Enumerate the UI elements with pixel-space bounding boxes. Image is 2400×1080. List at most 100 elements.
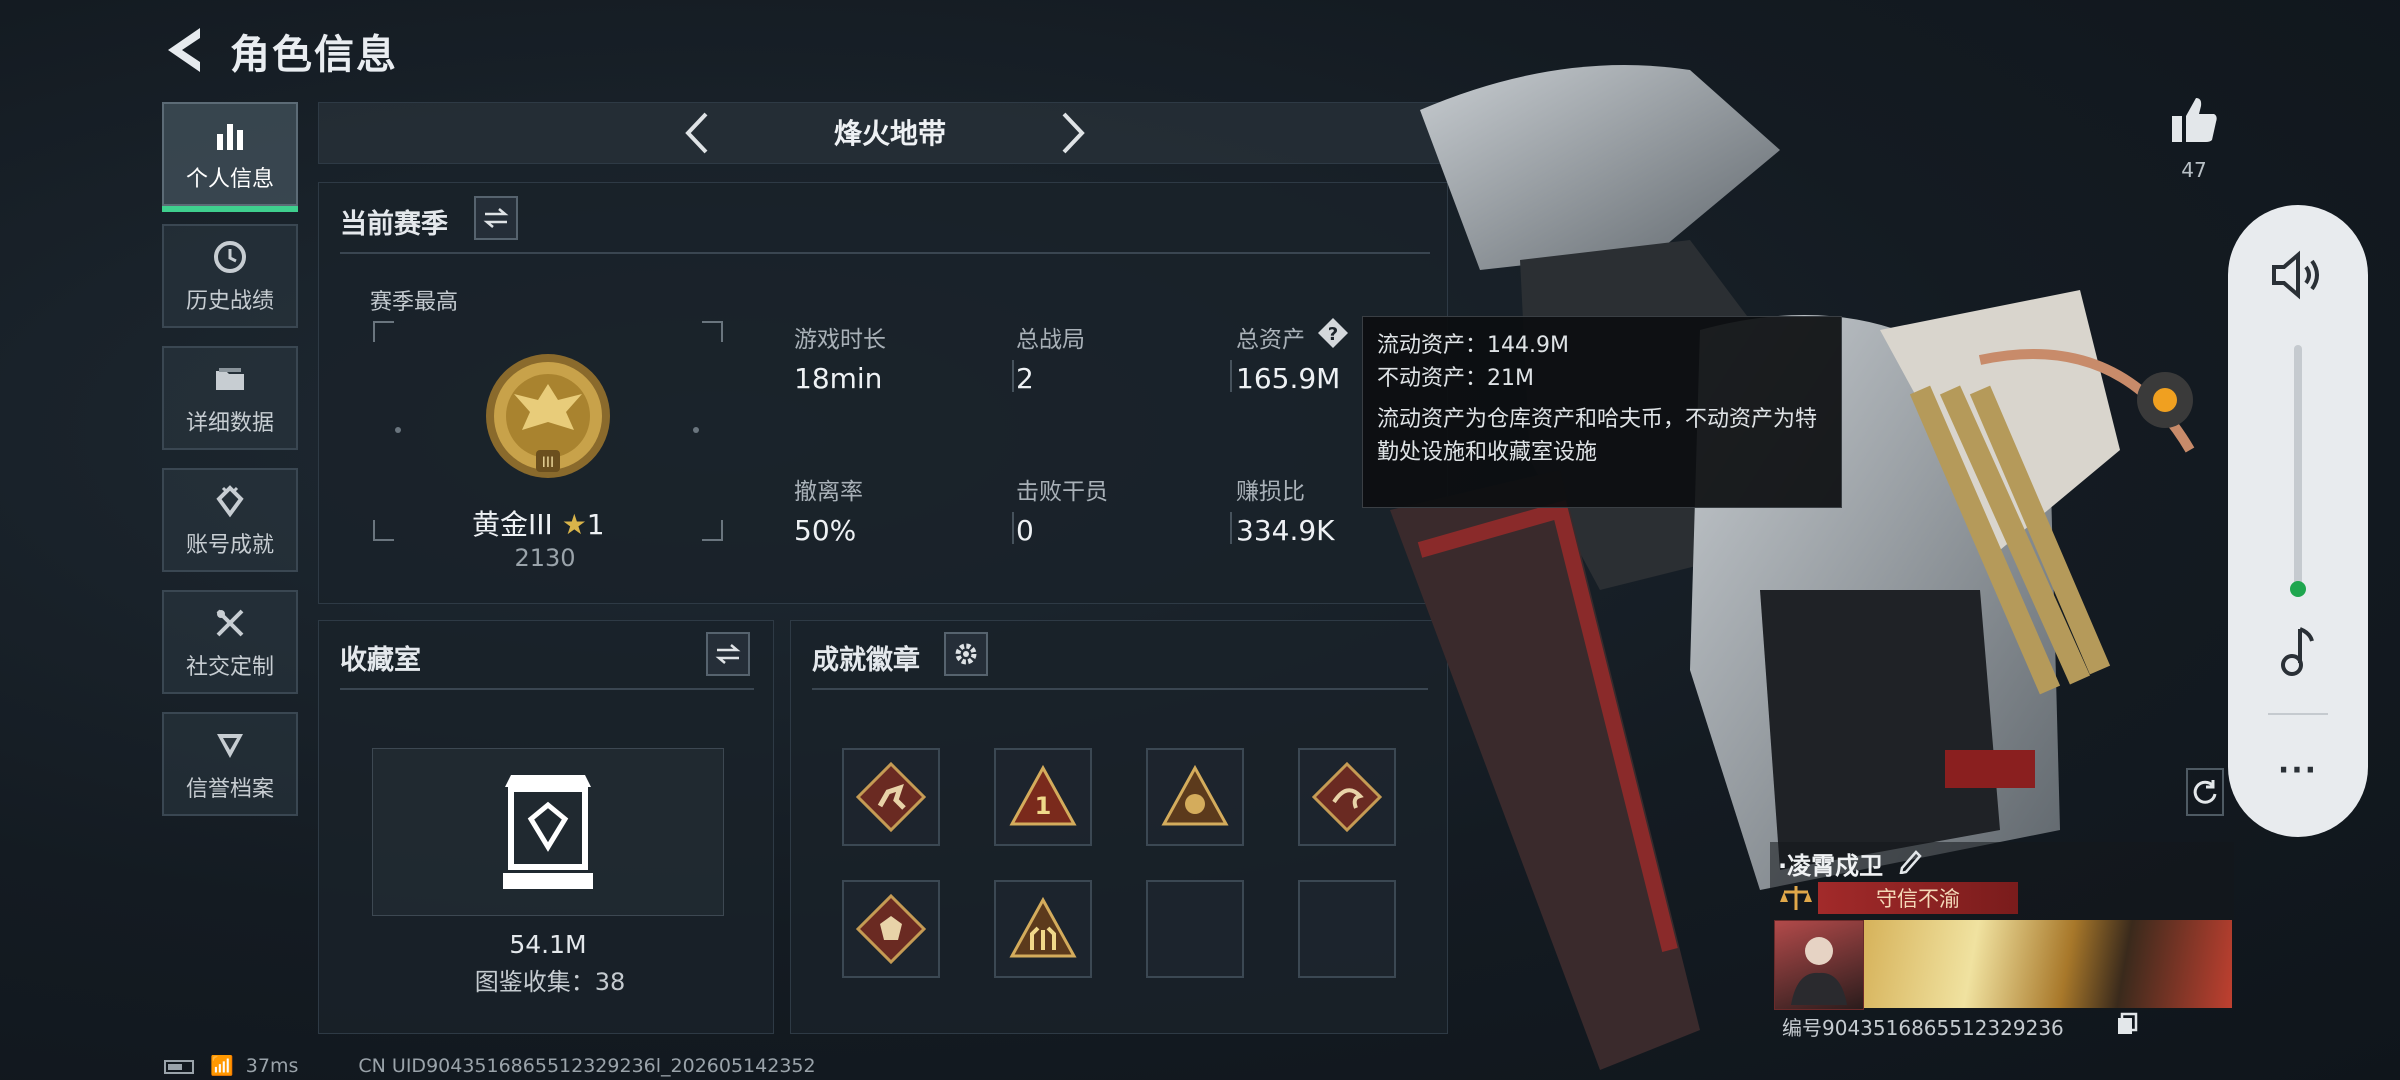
beast-badge-icon — [856, 894, 926, 964]
mode-prev-button[interactable] — [676, 108, 720, 158]
gear-icon — [955, 643, 977, 665]
tooltip-liquid-assets: 流动资产：144.9M — [1377, 333, 1569, 358]
copy-id-button[interactable] — [2116, 1012, 2138, 1036]
volume-slider[interactable] — [2294, 345, 2302, 591]
mode-next-button[interactable] — [1050, 108, 1094, 158]
refresh-icon — [2193, 780, 2217, 804]
chevron-left-icon — [685, 112, 708, 154]
badges-settings-button[interactable] — [944, 632, 988, 676]
stat-value-profit-ratio: 334.9K — [1236, 514, 1335, 547]
battery-icon — [164, 1059, 194, 1074]
volume-slider-handle[interactable] — [2290, 581, 2306, 597]
nav-item-achievements[interactable]: 账号成就 — [162, 468, 298, 572]
stat-separator — [1012, 360, 1014, 392]
collection-count: 图鉴收集：38 — [474, 968, 626, 996]
like-count: 47 — [2181, 158, 2207, 182]
ping-value: 37ms — [245, 1055, 299, 1077]
nav-label: 个人信息 — [185, 167, 274, 192]
badge-slot[interactable] — [842, 748, 940, 846]
badge-slot[interactable] — [842, 880, 940, 978]
stat-label-total-assets: 总资产 — [1236, 327, 1305, 353]
speaker-icon[interactable] — [2270, 249, 2326, 301]
season-best-label: 赛季最高 — [370, 290, 459, 315]
name-card-banner[interactable] — [1864, 920, 2232, 1008]
bar-chart-icon — [210, 115, 250, 155]
rank-name: 黄金III ★1 — [472, 503, 605, 543]
pencil-icon — [1899, 850, 1922, 875]
mode-label: 烽火地带 — [833, 117, 946, 150]
divider — [340, 688, 754, 690]
title-badge: 守信不渝 — [1818, 882, 2018, 914]
stat-separator — [1230, 360, 1232, 392]
svg-text:1: 1 — [1035, 792, 1052, 820]
badge-slot[interactable] — [994, 880, 1092, 978]
shield-icon — [210, 725, 250, 765]
nav-item-history[interactable]: 历史战绩 — [162, 224, 298, 328]
stat-label-profit-ratio: 赚损比 — [1236, 479, 1305, 505]
thumbs-up-icon — [2172, 98, 2217, 142]
nav-label: 社交定制 — [185, 655, 274, 680]
badge-slot[interactable]: 1 — [994, 748, 1092, 846]
stat-separator — [1230, 512, 1232, 544]
scale-icon — [1778, 882, 1814, 914]
badge-slot-empty[interactable] — [1146, 880, 1244, 978]
squad-badge-icon — [1009, 896, 1077, 958]
rotate-view-button[interactable] — [2186, 768, 2224, 816]
rank-points: 2130 — [514, 544, 576, 572]
chevron-right-icon — [1062, 112, 1085, 154]
stat-label-total-matches: 总战局 — [1016, 327, 1085, 353]
runner-badge-icon — [856, 762, 926, 832]
edit-name-button[interactable] — [1898, 846, 1924, 875]
tools-icon — [210, 603, 250, 643]
page-title: 角色信息 — [230, 32, 398, 78]
collection-room-preview[interactable] — [372, 748, 724, 916]
like-button[interactable] — [2168, 94, 2220, 146]
divider — [340, 252, 1430, 254]
volume-panel: ··· — [2228, 205, 2368, 837]
collection-value: 54.1M — [509, 930, 587, 959]
nav-item-reputation[interactable]: 信誉档案 — [162, 712, 298, 816]
status-bar: 📶 37ms CN UID9043516865512329236l_202605… — [164, 1054, 816, 1077]
asset-info-button[interactable]: ? — [1316, 316, 1350, 350]
nav-label: 详细数据 — [185, 411, 274, 436]
swap-icon — [483, 208, 509, 228]
wifi-icon: 📶 — [210, 1055, 234, 1077]
divider — [2268, 713, 2328, 715]
swap-icon — [715, 644, 741, 664]
tooltip-description: 流动资产为仓库资产和哈夫币，不动资产为特勤处设施和收藏室设施 — [1377, 407, 1818, 465]
season-title: 当前赛季 — [340, 209, 448, 240]
help-icon: ? — [1318, 318, 1348, 348]
nav-item-personal-info[interactable]: 个人信息 — [162, 102, 298, 212]
badge-slot[interactable] — [1146, 748, 1244, 846]
back-button[interactable] — [160, 22, 210, 78]
tooltip-fixed-assets: 不动资产：21M — [1377, 366, 1534, 391]
stat-value-total-assets: 165.9M — [1236, 362, 1341, 395]
stat-value-kills: 0 — [1016, 514, 1034, 547]
player-avatar[interactable] — [1774, 920, 1864, 1010]
player-id: 编号9043516865512329236 — [1782, 1016, 2064, 1040]
nav-label: 信誉档案 — [185, 777, 274, 802]
collection-switch-button[interactable] — [706, 632, 750, 676]
divider — [812, 688, 1428, 690]
player-name: ·凌霄戍卫 — [1778, 852, 1884, 880]
season-switch-button[interactable] — [474, 196, 518, 240]
nav-label: 历史战绩 — [185, 289, 274, 314]
nav-item-detail-data[interactable]: 详细数据 — [162, 346, 298, 450]
nav-label: 账号成就 — [185, 533, 274, 558]
clock-icon — [210, 237, 250, 277]
copy-icon — [2118, 1012, 2138, 1034]
uid-text: CN UID9043516865512329236l_202605142352 — [358, 1055, 816, 1077]
achievement-icon — [210, 481, 250, 521]
stat-value-extract-rate: 50% — [794, 514, 857, 547]
stat-label-extract-rate: 撤离率 — [794, 479, 863, 505]
star-icon: ★ — [561, 508, 587, 541]
folder-icon — [210, 359, 250, 399]
back-arrow-icon — [168, 28, 200, 72]
stat-label-kills: 击败干员 — [1016, 479, 1108, 505]
gold-rank-emblem-icon: III — [486, 354, 610, 478]
more-options-icon[interactable]: ··· — [2268, 753, 2328, 788]
nav-item-social[interactable]: 社交定制 — [162, 590, 298, 694]
stat-separator — [1012, 512, 1014, 544]
music-note-icon[interactable] — [2276, 625, 2320, 677]
collection-title: 收藏室 — [340, 645, 421, 676]
